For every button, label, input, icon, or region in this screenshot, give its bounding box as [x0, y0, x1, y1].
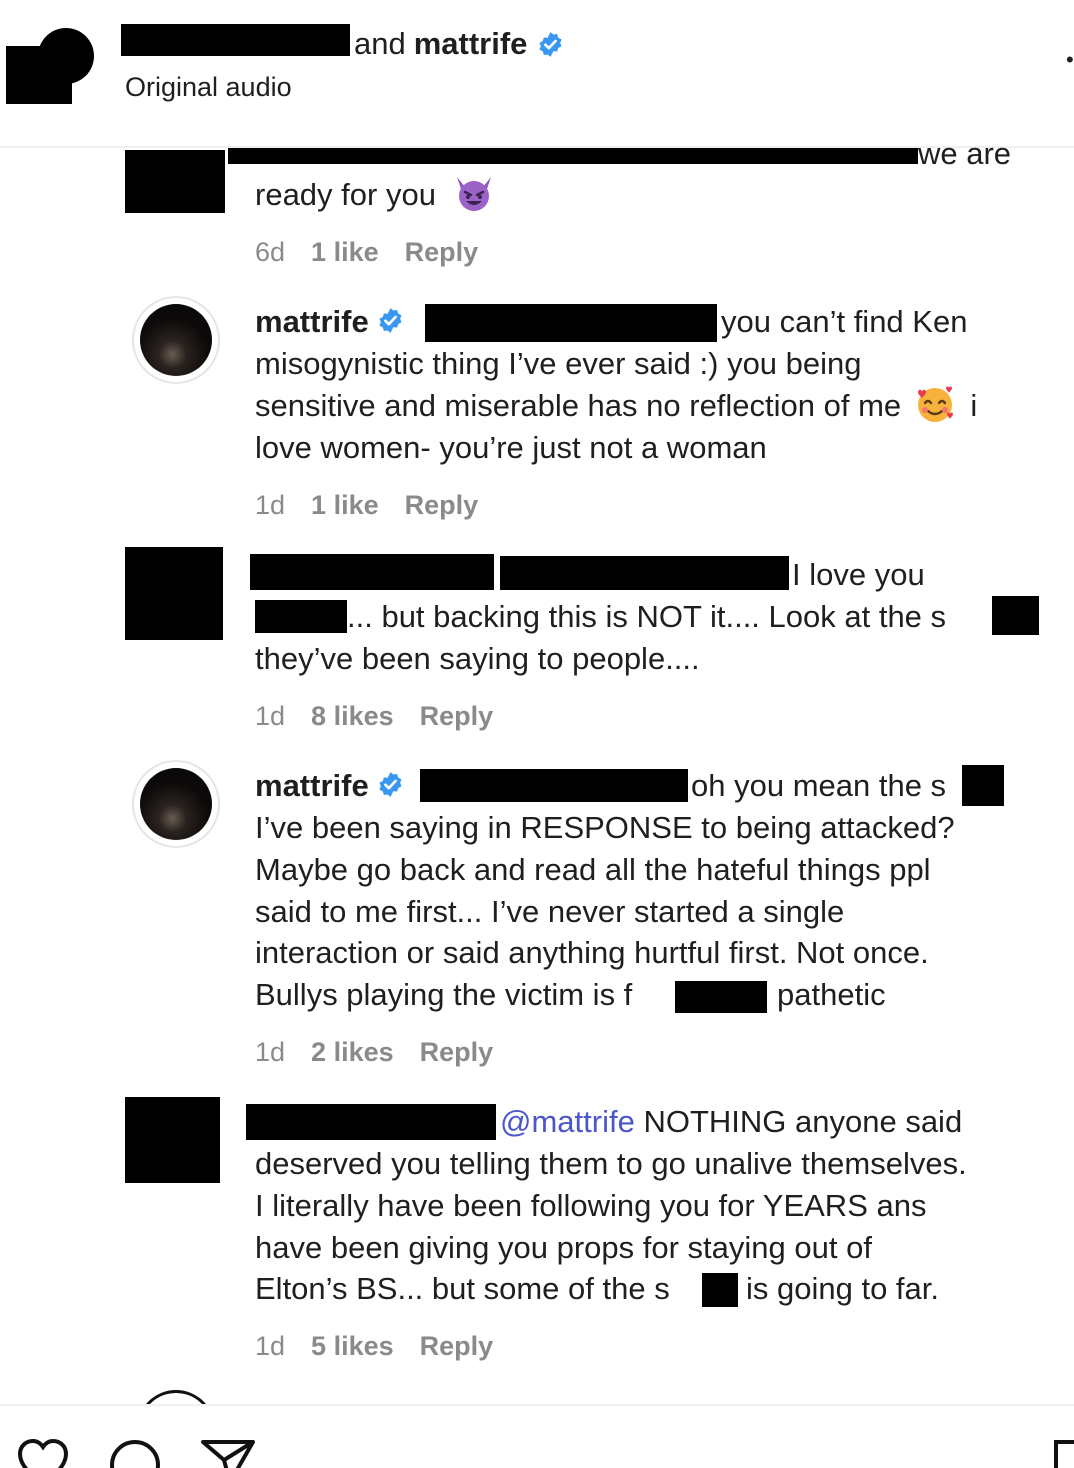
comment-meta: 1d 8 likes Reply	[255, 700, 493, 732]
avatar-photo	[140, 768, 212, 840]
comment-text-line: sensitive and miserable has no reflectio…	[255, 385, 977, 428]
comment-text-line: Maybe go back and read all the hateful t…	[255, 852, 931, 887]
comment-text-line: said to me first... I’ve never started a…	[255, 894, 845, 929]
commenter-avatar[interactable]	[134, 762, 218, 846]
redacted-text	[228, 148, 918, 164]
comment-text-fragment: pathetic	[777, 977, 886, 1012]
comment-text-line: they’ve been saying to people....	[255, 641, 700, 676]
avatar-outline	[137, 1390, 215, 1404]
reply-button[interactable]: Reply	[405, 237, 479, 267]
devil-emoji-icon	[456, 176, 491, 211]
comment-text-line: love women- you’re just not a woman	[255, 430, 767, 465]
comment-meta: 1d 5 likes Reply	[255, 1330, 493, 1362]
redacted-username	[250, 554, 494, 590]
comment-text-fragment: we are	[918, 136, 1012, 166]
reel-avatar[interactable]	[6, 28, 94, 106]
comment-age: 1d	[255, 701, 286, 731]
comment-username[interactable]: mattrife	[255, 768, 369, 803]
comment-text-line: mattrife	[255, 765, 414, 807]
redacted-mention	[420, 769, 688, 802]
comment-text-fragment: I love you	[792, 557, 925, 592]
next-commenter-avatar[interactable]	[137, 1390, 215, 1404]
redacted-text	[992, 596, 1039, 635]
more-options-icon[interactable]: •	[1066, 52, 1074, 68]
comment-text-line: Bullys playing the victim is f	[255, 977, 633, 1012]
comment-likes[interactable]: 8 likes	[311, 701, 394, 731]
avatar-redacted-circle	[38, 28, 94, 84]
original-audio-label[interactable]: Original audio	[125, 70, 292, 104]
redacted-text	[255, 600, 347, 633]
comment-likes[interactable]: 1 like	[311, 237, 379, 267]
comment-meta: 6d 1 like Reply	[255, 236, 478, 268]
reply-button[interactable]: Reply	[420, 1037, 494, 1067]
comment-text-line: ... but backing this is NOT it.... Look …	[347, 599, 947, 634]
smiling-face-with-hearts-emoji-icon	[917, 386, 953, 422]
comment-text-fragment: oh you mean the s	[691, 768, 947, 803]
comment-text-line: mattrife	[255, 301, 414, 343]
redacted-avatar	[125, 150, 225, 213]
comment-text-line: @mattrife NOTHING anyone said	[500, 1104, 963, 1139]
save-icon[interactable]	[1052, 1438, 1074, 1468]
comment-meta: 1d 1 like Reply	[255, 489, 478, 521]
comment-text-line: misogynistic thing I’ve ever said :) you…	[255, 346, 862, 381]
redacted-username	[246, 1104, 496, 1140]
reply-button[interactable]: Reply	[420, 701, 494, 731]
comment-age: 1d	[255, 1331, 286, 1361]
redacted-mention	[500, 556, 789, 590]
comment-text-line: have been giving you props for staying o…	[255, 1230, 872, 1265]
verified-badge-icon	[539, 31, 562, 57]
comment-age: 1d	[255, 490, 286, 520]
redacted-mention	[425, 304, 717, 342]
redacted-text	[962, 765, 1004, 806]
heart-icon[interactable]	[16, 1438, 70, 1468]
comment-text-fragment: is going to far.	[746, 1271, 940, 1306]
avatar-photo	[140, 304, 212, 376]
header-connector: and	[354, 26, 406, 61]
header-username[interactable]: mattrife	[414, 24, 528, 64]
comment-username[interactable]: mattrife	[255, 304, 369, 339]
comment-likes[interactable]: 5 likes	[311, 1331, 394, 1361]
action-bar-divider	[0, 1404, 1074, 1406]
share-icon[interactable]	[200, 1438, 256, 1468]
redacted-text	[702, 1273, 738, 1307]
redacted-username	[121, 24, 350, 56]
redacted-avatar	[125, 547, 223, 640]
verified-badge-icon	[379, 772, 402, 798]
comment-text-line: ready for you	[255, 174, 495, 217]
redacted-avatar	[125, 1097, 220, 1183]
commenter-avatar[interactable]	[134, 298, 218, 382]
comment-age: 6d	[255, 237, 286, 267]
comment-icon[interactable]	[108, 1438, 162, 1468]
comment-likes[interactable]: 2 likes	[311, 1037, 394, 1067]
comment-text-line: interaction or said anything hurtful fir…	[255, 935, 929, 970]
comment-text-line: I literally have been following you for …	[255, 1188, 927, 1223]
reel-header-title[interactable]: and mattrife	[354, 24, 574, 64]
reply-button[interactable]: Reply	[420, 1331, 494, 1361]
comment-text-line: I’ve been saying in RESPONSE to being at…	[255, 810, 955, 845]
comment-text-fragment: you can’t find Ken	[721, 304, 968, 339]
reply-button[interactable]: Reply	[405, 490, 479, 520]
comment-text-line: Elton’s BS... but some of the s	[255, 1271, 670, 1306]
verified-badge-icon	[379, 308, 402, 334]
redacted-text	[675, 981, 767, 1013]
comment-text-line: deserved you telling them to go unalive …	[255, 1146, 967, 1181]
mention-link[interactable]: @mattrife	[500, 1104, 635, 1139]
comment-likes[interactable]: 1 like	[311, 490, 379, 520]
comment-meta: 1d 2 likes Reply	[255, 1036, 493, 1068]
comment-age: 1d	[255, 1037, 286, 1067]
